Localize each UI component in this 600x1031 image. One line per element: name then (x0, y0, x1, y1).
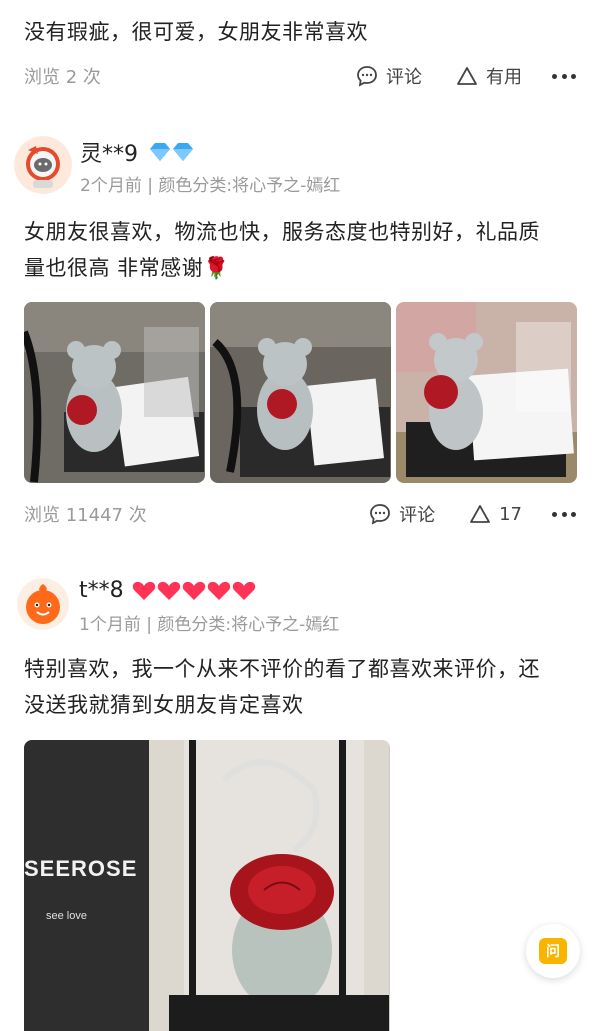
comment-icon (370, 504, 390, 525)
diamond-badge-icon (150, 142, 193, 161)
review-meta: 1个月前 | 颜色分类:将心予之-嫣红 (79, 614, 340, 635)
review-photo[interactable] (24, 302, 205, 483)
comment-label: 评论 (399, 505, 436, 526)
review-text-line: 没送我就猜到女朋友肯定喜欢 (24, 693, 304, 717)
orange-mascot-avatar-icon (17, 578, 69, 630)
review-photo[interactable]: SEEROSE see love (24, 740, 390, 1031)
view-count: 浏览 2 次 (24, 67, 101, 88)
avatar[interactable] (14, 136, 72, 194)
question-icon: 问 (539, 938, 567, 964)
rose-bear-box-photo (24, 740, 390, 1031)
box-brand-text: SEEROSE (24, 856, 138, 881)
reviewer-header: 灵**9 2个月前 | 颜色分类:将心予之-嫣红 (14, 130, 340, 200)
review-meta: 2个月前 | 颜色分类:将心予之-嫣红 (80, 175, 341, 196)
useful-button[interactable]: 17 (469, 504, 522, 525)
useful-label: 有用 (486, 67, 522, 88)
ask-question-button[interactable]: 问 (526, 924, 580, 978)
teddy-bear-gift-photo (24, 302, 205, 483)
review-text: 没有瑕疵，很可爱，女朋友非常喜欢 (24, 20, 368, 44)
comment-icon (357, 66, 377, 87)
comment-label: 评论 (386, 67, 422, 88)
review-text-line: 女朋友很喜欢，物流也快，服务态度也特别好，礼品质 (24, 220, 540, 244)
teddy-bear-gift-photo (396, 302, 577, 483)
more-options-button[interactable] (552, 73, 576, 79)
review-photos (24, 302, 577, 483)
thumb-triangle-icon (470, 505, 490, 523)
view-count: 浏览 11447 次 (24, 505, 147, 526)
astronaut-avatar-icon (14, 136, 72, 194)
review-stats: 浏览 11447 次 评论 17 (24, 499, 576, 529)
comment-button[interactable]: 评论 (356, 63, 422, 89)
review-photo[interactable] (396, 302, 577, 483)
review-text-line: 量也很高 非常感谢🌹 (24, 256, 230, 280)
review-text: 女朋友很喜欢，物流也快，服务态度也特别好，礼品质 量也很高 非常感谢🌹 (24, 214, 576, 286)
review-text-line: 特别喜欢，我一个从来不评价的看了都喜欢来评价，还 (24, 657, 540, 681)
username[interactable]: t**8 (79, 578, 124, 603)
reviewer-header: t**8 1个月前 | 颜色分类:将心予之-嫣红 (14, 569, 339, 639)
review-text: 特别喜欢，我一个从来不评价的看了都喜欢来评价，还 没送我就猜到女朋友肯定喜欢 (24, 651, 576, 723)
thumb-triangle-icon (457, 67, 477, 85)
useful-count: 17 (499, 503, 522, 525)
comment-button[interactable]: 评论 (369, 501, 435, 527)
teddy-bear-gift-photo (210, 302, 391, 483)
useful-button[interactable]: 有用 (456, 63, 522, 89)
box-sub-text: see love (46, 910, 87, 922)
review-stats: 浏览 2 次 评论 有用 (24, 61, 576, 91)
username[interactable]: 灵**9 (80, 136, 138, 168)
heart-badge-icon (132, 581, 255, 600)
avatar[interactable] (17, 578, 69, 630)
more-options-button[interactable] (552, 511, 576, 517)
review-photo[interactable] (210, 302, 391, 483)
